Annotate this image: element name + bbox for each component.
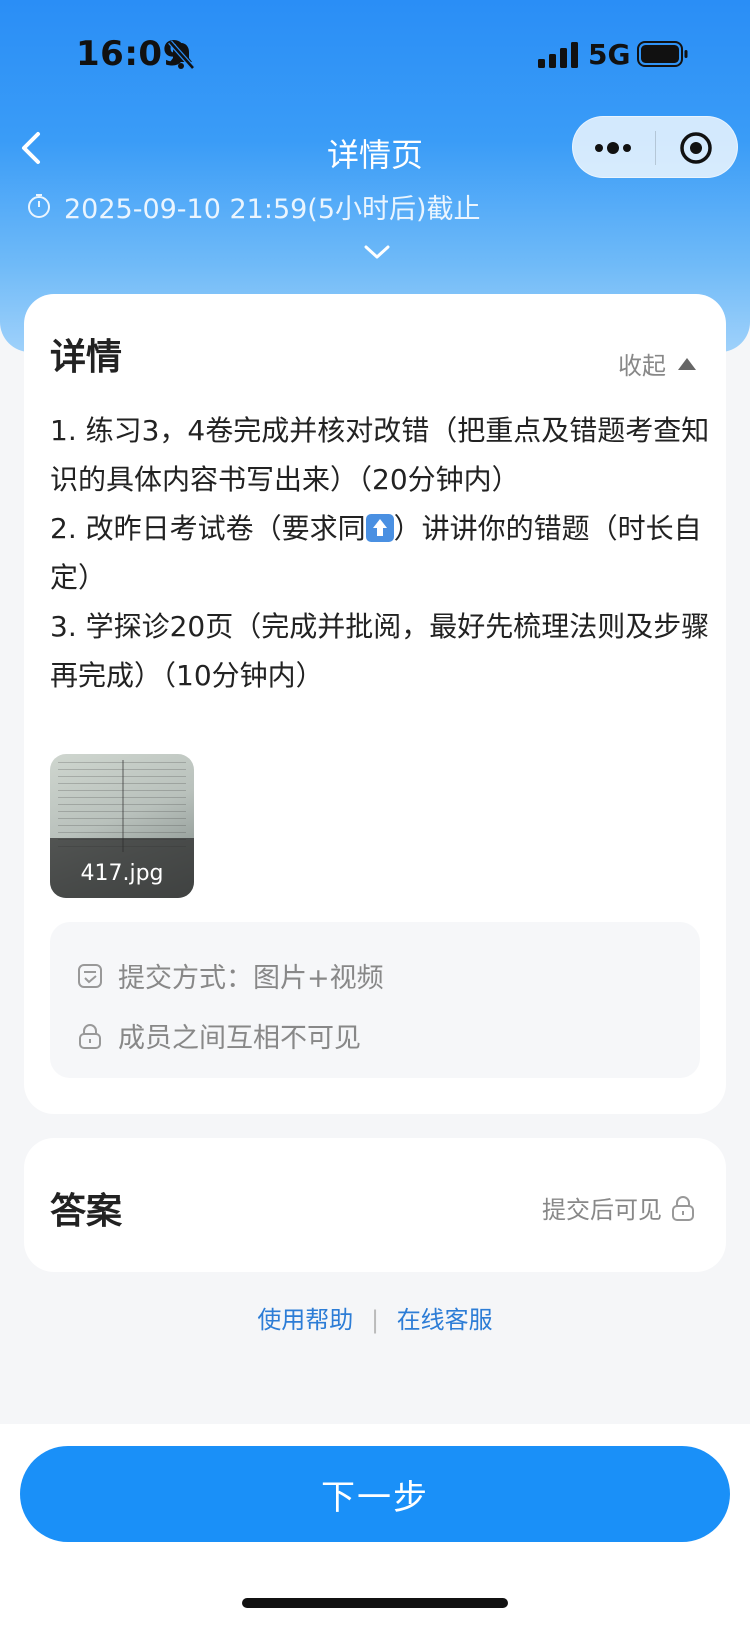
help-link[interactable]: 使用帮助 xyxy=(257,1306,353,1334)
help-links: 使用帮助 | 在线客服 xyxy=(0,1300,750,1335)
timer-icon xyxy=(28,194,50,218)
chevron-down-icon[interactable] xyxy=(362,242,392,262)
submit-method-text: 提交方式：图片+视频 xyxy=(118,963,384,994)
navigation-bar: 详情页 xyxy=(0,110,750,190)
more-icon[interactable] xyxy=(573,117,655,179)
next-step-button[interactable]: 下一步 xyxy=(20,1446,730,1542)
signal-icon xyxy=(538,42,578,68)
submission-info-box: 提交方式：图片+视频 成员之间互相不可见 xyxy=(50,922,700,1078)
answer-title: 答案 xyxy=(50,1191,123,1232)
status-bar: 16:09 5G xyxy=(0,0,750,110)
triangle-up-icon xyxy=(678,357,696,370)
detail-line-2: 2. 改昨日考试卷（要求同 ）讲讲你的错题（时长自定） xyxy=(50,504,710,602)
answer-visibility: 提交后可见 xyxy=(542,1190,696,1225)
answer-card: 答案 提交后可见 xyxy=(24,1138,726,1272)
customer-service-link[interactable]: 在线客服 xyxy=(397,1306,493,1334)
arrow-up-emoji-icon xyxy=(365,514,394,542)
deadline-text: 2025-09-10 21:59(5小时后)截止 xyxy=(64,193,481,225)
lock-icon xyxy=(672,1195,694,1221)
detail-line-3: 3. 学探诊20页（完成并批阅，最好先梳理法则及步骤再完成）（10分钟内） xyxy=(50,610,710,692)
network-type: 5G xyxy=(588,38,631,71)
collapse-label: 收起 xyxy=(618,352,666,380)
home-indicator xyxy=(242,1598,508,1608)
lock-icon xyxy=(79,1023,101,1049)
battery-icon xyxy=(637,41,688,67)
bell-muted-icon xyxy=(168,40,195,70)
submit-method-row: 提交方式：图片+视频 xyxy=(76,956,384,995)
collapse-button[interactable]: 收起 xyxy=(618,346,696,381)
detail-line-2a: 2. 改昨日考试卷（要求同 xyxy=(50,512,366,545)
detail-line-1: 1. 练习3，4卷完成并核对改错（把重点及错题考查知识的具体内容书写出来）（20… xyxy=(50,414,710,496)
visibility-row: 成员之间互相不可见 xyxy=(76,1016,361,1055)
detail-title: 详情 xyxy=(50,337,123,378)
detail-card: 详情 收起 1. 练习3，4卷完成并核对改错（把重点及错题考查知识的具体内容书写… xyxy=(24,294,726,1114)
answer-visibility-label: 提交后可见 xyxy=(542,1196,662,1224)
mini-program-capsule xyxy=(572,116,738,178)
footer-bar: 下一步 xyxy=(0,1424,750,1626)
visibility-text: 成员之间互相不可见 xyxy=(118,1023,361,1054)
attachment-filename: 417.jpg xyxy=(80,861,164,886)
submit-form-icon xyxy=(78,963,102,988)
help-separator: | xyxy=(370,1306,380,1334)
close-target-icon[interactable] xyxy=(656,117,738,179)
detail-content: 1. 练习3，4卷完成并核对改错（把重点及错题考查知识的具体内容书写出来）（20… xyxy=(50,406,710,700)
deadline-row: 2025-09-10 21:59(5小时后)截止 xyxy=(26,188,481,225)
attachment-thumbnail[interactable]: 417.jpg xyxy=(50,754,194,898)
